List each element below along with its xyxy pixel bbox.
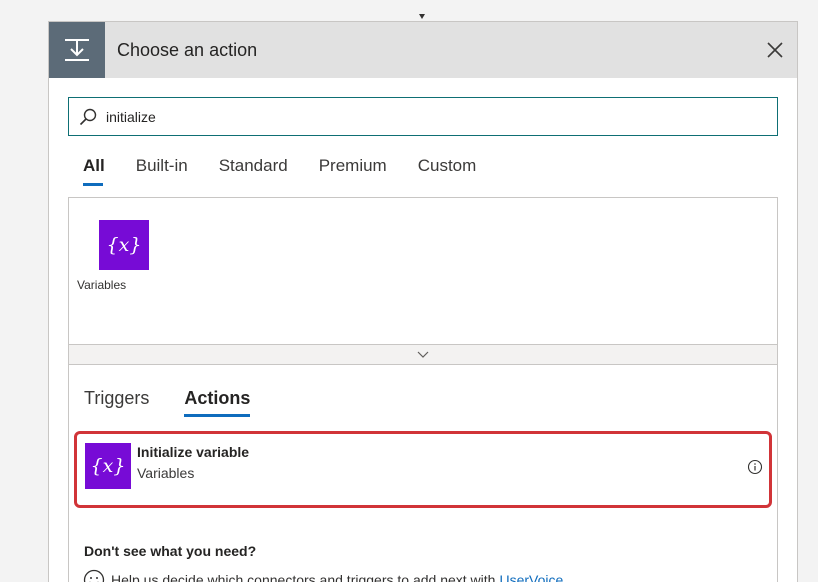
tab-premium[interactable]: Premium: [319, 156, 387, 186]
expand-connectors-toggle[interactable]: [68, 344, 778, 365]
search-input[interactable]: [106, 108, 706, 125]
tab-all[interactable]: All: [83, 156, 105, 186]
action-connector: Variables: [137, 465, 195, 481]
smile-icon: [83, 569, 105, 582]
tab-built-in[interactable]: Built-in: [136, 156, 188, 186]
connector-variables-label: Variables: [77, 278, 127, 292]
variables-icon: {x}: [99, 220, 149, 270]
connector-variables[interactable]: {x}: [99, 220, 149, 270]
canvas: Choose an action All Built-in Standard P…: [0, 0, 818, 582]
action-initialize-variable[interactable]: {x} Initialize variable Variables: [74, 431, 772, 508]
sub-tabs: Triggers Actions: [84, 388, 285, 417]
connectors-panel: {x}: [68, 197, 778, 344]
choose-action-dialog: Choose an action All Built-in Standard P…: [48, 21, 798, 582]
dialog-header: Choose an action: [49, 22, 797, 78]
chevron-down-icon: [417, 351, 429, 358]
action-name: Initialize variable: [137, 444, 250, 460]
search-icon: [79, 108, 97, 125]
uservoice-link[interactable]: UserVoice: [499, 572, 563, 582]
svg-text:{x}: {x}: [91, 455, 126, 477]
close-icon[interactable]: [765, 40, 785, 60]
flow-step-icon: [49, 22, 105, 78]
actions-panel: Triggers Actions {x} Initialize variable…: [68, 365, 778, 582]
dialog-title: Choose an action: [117, 39, 258, 60]
tab-custom[interactable]: Custom: [418, 156, 477, 186]
dont-see-prompt: Don't see what you need?: [84, 543, 257, 559]
tab-actions[interactable]: Actions: [184, 388, 251, 417]
help-row: Help us decide which connectors and trig…: [83, 569, 563, 582]
tab-standard[interactable]: Standard: [219, 156, 288, 186]
variables-icon: {x}: [85, 443, 131, 489]
search-box[interactable]: [68, 97, 778, 136]
svg-text:{x}: {x}: [107, 234, 142, 256]
help-text: Help us decide which connectors and trig…: [111, 572, 496, 582]
tab-triggers[interactable]: Triggers: [84, 388, 149, 417]
info-icon[interactable]: [747, 459, 763, 475]
connector-arrow-icon: [419, 14, 425, 19]
category-tabs: All Built-in Standard Premium Custom: [83, 156, 507, 186]
